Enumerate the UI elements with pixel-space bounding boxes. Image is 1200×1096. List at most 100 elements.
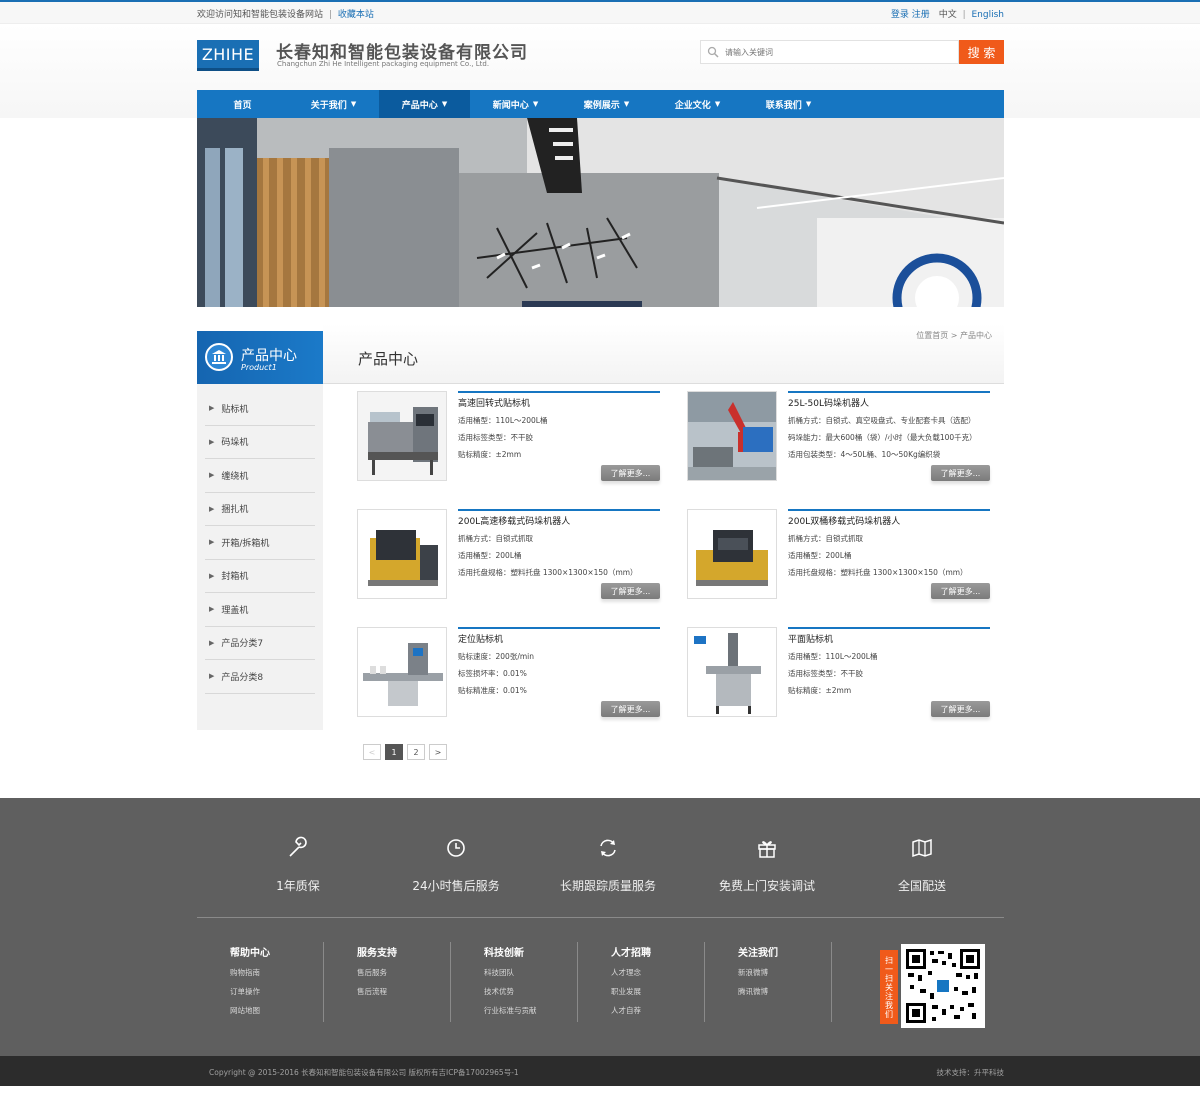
product-name[interactable]: 平面贴标机 [788,632,990,645]
service-item: 全国配送 [842,836,1002,894]
footer-column-title: 人才招聘 [611,948,651,959]
sidebar-item-label: 贴标机 [221,404,249,415]
product-image[interactable] [357,391,447,481]
footer-link[interactable]: 订单操作 [230,986,323,997]
product-image[interactable] [687,391,777,481]
footer-link[interactable]: 购物指南 [230,967,323,978]
nav-label: 首页 [233,100,252,111]
sidebar-item-category-7[interactable]: ▶ 产品分类7 [205,627,315,660]
learn-more-button[interactable]: 了解更多... [601,583,660,599]
product-image[interactable] [357,509,447,599]
register-link[interactable]: 注册 [912,10,930,20]
copyright-text: Copyright @ 2015-2016 长春知和智能包装设备有限公司 版权所… [209,1068,519,1077]
sidebar-item-category-8[interactable]: ▶ 产品分类8 [205,660,315,694]
welcome-text: 欢迎访问知和智能包装设备网站 [197,9,324,20]
product-spec: 标签损坏率：0.01% [458,669,527,678]
page-2-button[interactable]: 2 [407,744,425,760]
product-name[interactable]: 200L高速移载式码垛机器人 [458,514,660,527]
product-name[interactable]: 高速回转式贴标机 [458,396,660,409]
product-image[interactable] [357,627,447,717]
nav-item-contact[interactable]: 联系我们 ▼ [743,90,834,118]
footer-link[interactable]: 售后流程 [357,986,450,997]
search-icon [707,46,719,58]
learn-more-button[interactable]: 了解更多... [601,465,660,481]
sidebar-item-label: 封箱机 [221,572,249,583]
footer-link[interactable]: 行业标准与贡献 [484,1005,577,1016]
learn-more-button[interactable]: 了解更多... [601,701,660,717]
footer-link[interactable]: 售后服务 [357,967,450,978]
product-image[interactable] [687,627,777,717]
sidebar-item-palletizer[interactable]: ▶ 码垛机 [205,426,315,459]
footer-link[interactable]: 科技团队 [484,967,577,978]
lang-en-link[interactable]: English [972,10,1005,20]
learn-more-button[interactable]: 了解更多... [931,701,990,717]
qr-label: 扫一扫关注我们 [880,950,898,1024]
footer-column-title: 关注我们 [738,948,778,959]
page-1-button[interactable]: 1 [385,744,403,760]
product-spec: 适用桶型：110L～200L桶 [788,652,878,661]
product-info: 定位贴标机 贴标速度：200张/min 标签损坏率：0.01% 贴标精准度：0.… [458,627,660,696]
login-link[interactable]: 登录 [891,10,909,20]
sidebar-item-wrapper[interactable]: ▶ 缠绕机 [205,459,315,493]
nav-item-about[interactable]: 关于我们 ▼ [288,90,379,118]
footer-link[interactable]: 职业发展 [611,986,704,997]
product-spec: 贴标精度：±2mm [788,686,852,695]
nav-item-culture[interactable]: 企业文化 ▼ [652,90,743,118]
map-icon [912,838,932,858]
footer-link[interactable]: 新浪微博 [738,967,831,978]
lang-cn-link[interactable]: 中文 [939,10,957,20]
tech-support-text[interactable]: 技术支持：升平科技 [937,1067,1005,1078]
nav-item-cases[interactable]: 案例展示 ▼ [561,90,652,118]
nav-label: 联系我们 [765,100,802,111]
learn-more-button[interactable]: 了解更多... [931,583,990,599]
sidebar-item-case-sealer[interactable]: ▶ 封箱机 [205,560,315,593]
search-button[interactable]: 搜 索 [959,40,1004,64]
footer-link[interactable]: 技术优势 [484,986,577,997]
footer-link[interactable]: 腾讯微博 [738,986,831,997]
service-label: 免费上门安装调试 [718,879,815,893]
product-spec: 贴标精准度：0.01% [458,686,527,695]
top-bar: 欢迎访问知和智能包装设备网站 | 收藏本站 登录 注册 中文 | English [0,0,1200,24]
service-item: 长期跟踪质量服务 [528,836,688,894]
bookmark-link[interactable]: 收藏本站 [338,10,374,20]
next-page-button[interactable]: > [429,744,447,760]
product-name[interactable]: 200L双桶移载式码垛机器人 [788,514,990,527]
banner-image [197,118,1004,307]
copyright-bar: Copyright @ 2015-2016 长春知和智能包装设备有限公司 版权所… [0,1056,1200,1086]
company-name-en: Changchun Zhi He Intelligent packaging e… [277,60,490,68]
refresh-icon [600,839,616,857]
search-bar: 搜 索 [700,40,1004,64]
nav-item-news[interactable]: 新闻中心 ▼ [470,90,561,118]
footer-link[interactable]: 网站地图 [230,1005,323,1016]
product-card: 200L高速移载式码垛机器人 抓桶方式：自锁式抓取 适用桶型：200L桶 适用托… [357,509,661,601]
product-card: 200L双桶移载式码垛机器人 抓桶方式：自锁式抓取 适用桶型：200L桶 适用托… [687,509,991,601]
sidebar-item-cap-sorter[interactable]: ▶ 理盖机 [205,593,315,627]
sidebar-item-case-opener[interactable]: ▶ 开箱/拆箱机 [205,526,315,560]
sidebar-item-label: 产品分类8 [221,672,264,683]
service-label: 24小时售后服务 [412,879,500,893]
qr-code-image [906,949,980,1023]
footer-column-title: 服务支持 [357,948,397,959]
breadcrumb[interactable]: 位置首页 > 产品中心 [916,330,992,341]
logo[interactable]: ZHIHE [197,40,259,71]
nav-item-home[interactable]: 首页 [197,90,288,118]
footer-link[interactable]: 人才自荐 [611,1005,704,1016]
product-spec: 抓桶方式：自锁式抓取 [788,534,863,543]
nav-item-products[interactable]: 产品中心 ▼ [379,90,470,118]
clock-icon [447,839,465,857]
footer-column-help: 帮助中心 购物指南 订单操作 网站地图 [197,942,324,1022]
prev-page-button[interactable]: < [363,744,381,760]
product-image[interactable] [687,509,777,599]
learn-more-button[interactable]: 了解更多... [931,465,990,481]
footer-column-title: 帮助中心 [230,948,270,959]
gift-icon [758,841,776,858]
sidebar-item-labeler[interactable]: ▶ 贴标机 [205,392,315,426]
sidebar-title: 产品中心 [241,348,297,364]
caret-down-icon: ▼ [441,100,448,108]
product-name[interactable]: 25L-50L码垛机器人 [788,396,990,409]
footer-link[interactable]: 人才理念 [611,967,704,978]
product-name[interactable]: 定位贴标机 [458,632,660,645]
search-input[interactable] [725,44,953,60]
chevron-right-icon: ▶ [209,571,215,580]
sidebar-item-strapper[interactable]: ▶ 捆扎机 [205,493,315,526]
